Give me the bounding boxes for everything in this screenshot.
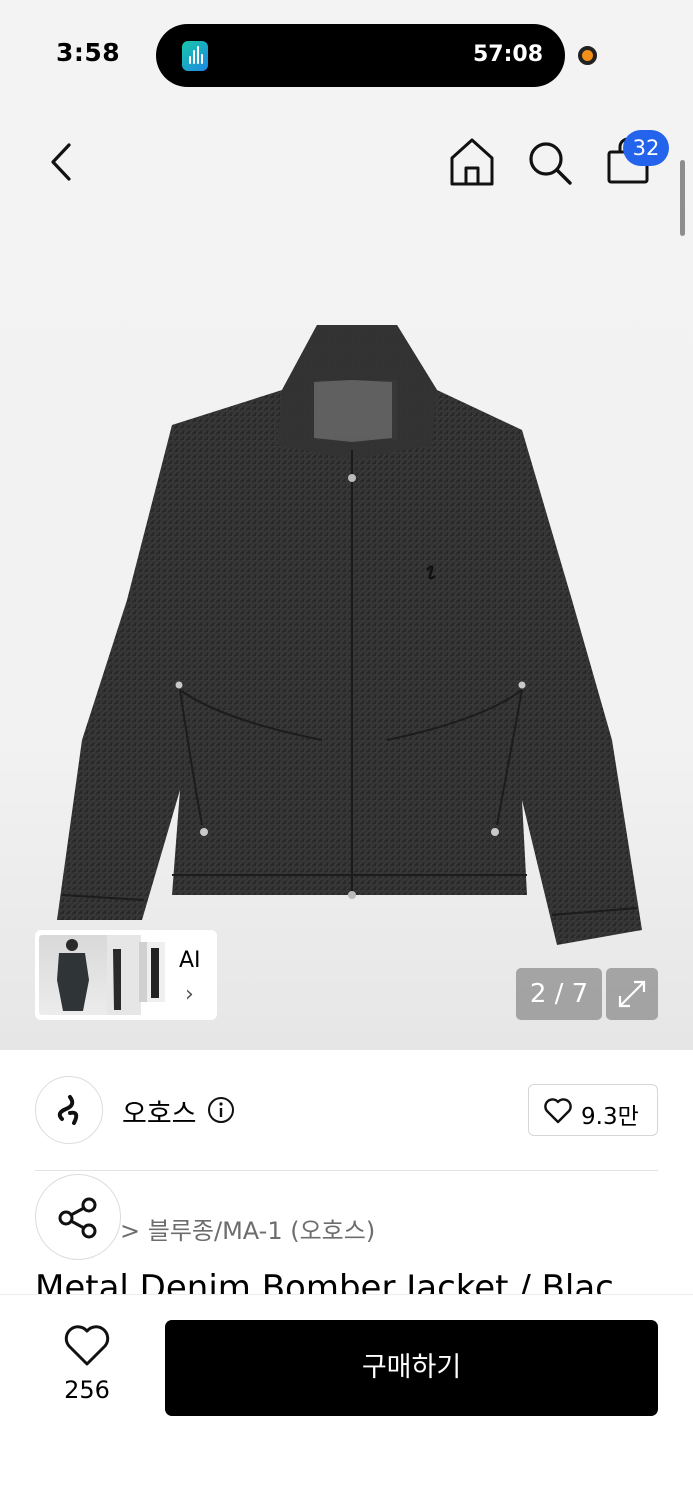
- cart-count-badge: 32: [623, 130, 669, 166]
- category-breadcrumb[interactable]: > 블루종/MA-1 (오호스): [120, 1211, 375, 1246]
- share-icon: [58, 1197, 97, 1239]
- status-time: 3:58: [56, 38, 121, 67]
- expand-image-button[interactable]: [606, 968, 658, 1020]
- activity-timer: 57:08: [472, 42, 543, 67]
- ai-styling-card[interactable]: AI ›: [35, 930, 217, 1020]
- search-icon: [529, 142, 572, 185]
- share-button[interactable]: [35, 1174, 121, 1260]
- heart-icon: [64, 1325, 110, 1366]
- scrollbar[interactable]: [680, 160, 685, 236]
- brand-name[interactable]: 오호스: [122, 1092, 197, 1131]
- back-icon: [51, 143, 71, 181]
- expand-icon: [618, 980, 646, 1008]
- ai-label: AI: [179, 948, 201, 973]
- brand-logo[interactable]: [35, 1076, 103, 1144]
- brand-like-count: 9.3만: [581, 1104, 639, 1130]
- heart-icon: [544, 1098, 572, 1124]
- back-button[interactable]: [44, 140, 80, 184]
- dynamic-island[interactable]: 57:08: [156, 24, 565, 87]
- recorder-app-icon: [182, 41, 208, 71]
- buy-button[interactable]: 구매하기: [165, 1320, 658, 1416]
- styling-thumbnail: [39, 935, 109, 1015]
- brand-like-button[interactable]: 9.3만: [528, 1084, 658, 1136]
- recording-indicator-icon: [578, 46, 597, 65]
- styling-thumbnail: [139, 942, 165, 1002]
- product-photo-jacket[interactable]: [52, 320, 652, 950]
- search-button[interactable]: [525, 138, 575, 188]
- product-image-area[interactable]: 3:58 57:08 32 AI › 2 / 7: [0, 0, 693, 1050]
- image-page-counter: 2 / 7: [516, 968, 602, 1020]
- info-icon[interactable]: [207, 1096, 235, 1124]
- chevron-right-icon: ›: [185, 982, 194, 1007]
- styling-thumbnail: [107, 935, 141, 1015]
- home-icon: [450, 138, 494, 186]
- product-title: Metal Denim Bomber Jacket / Blac: [35, 1268, 614, 1295]
- product-title-container: Metal Denim Bomber Jacket / Blac: [35, 1262, 693, 1295]
- home-button[interactable]: [447, 136, 497, 188]
- brand-logo-icon: [57, 1095, 79, 1125]
- wishlist-count: 256: [64, 1376, 110, 1404]
- divider: [35, 1170, 658, 1171]
